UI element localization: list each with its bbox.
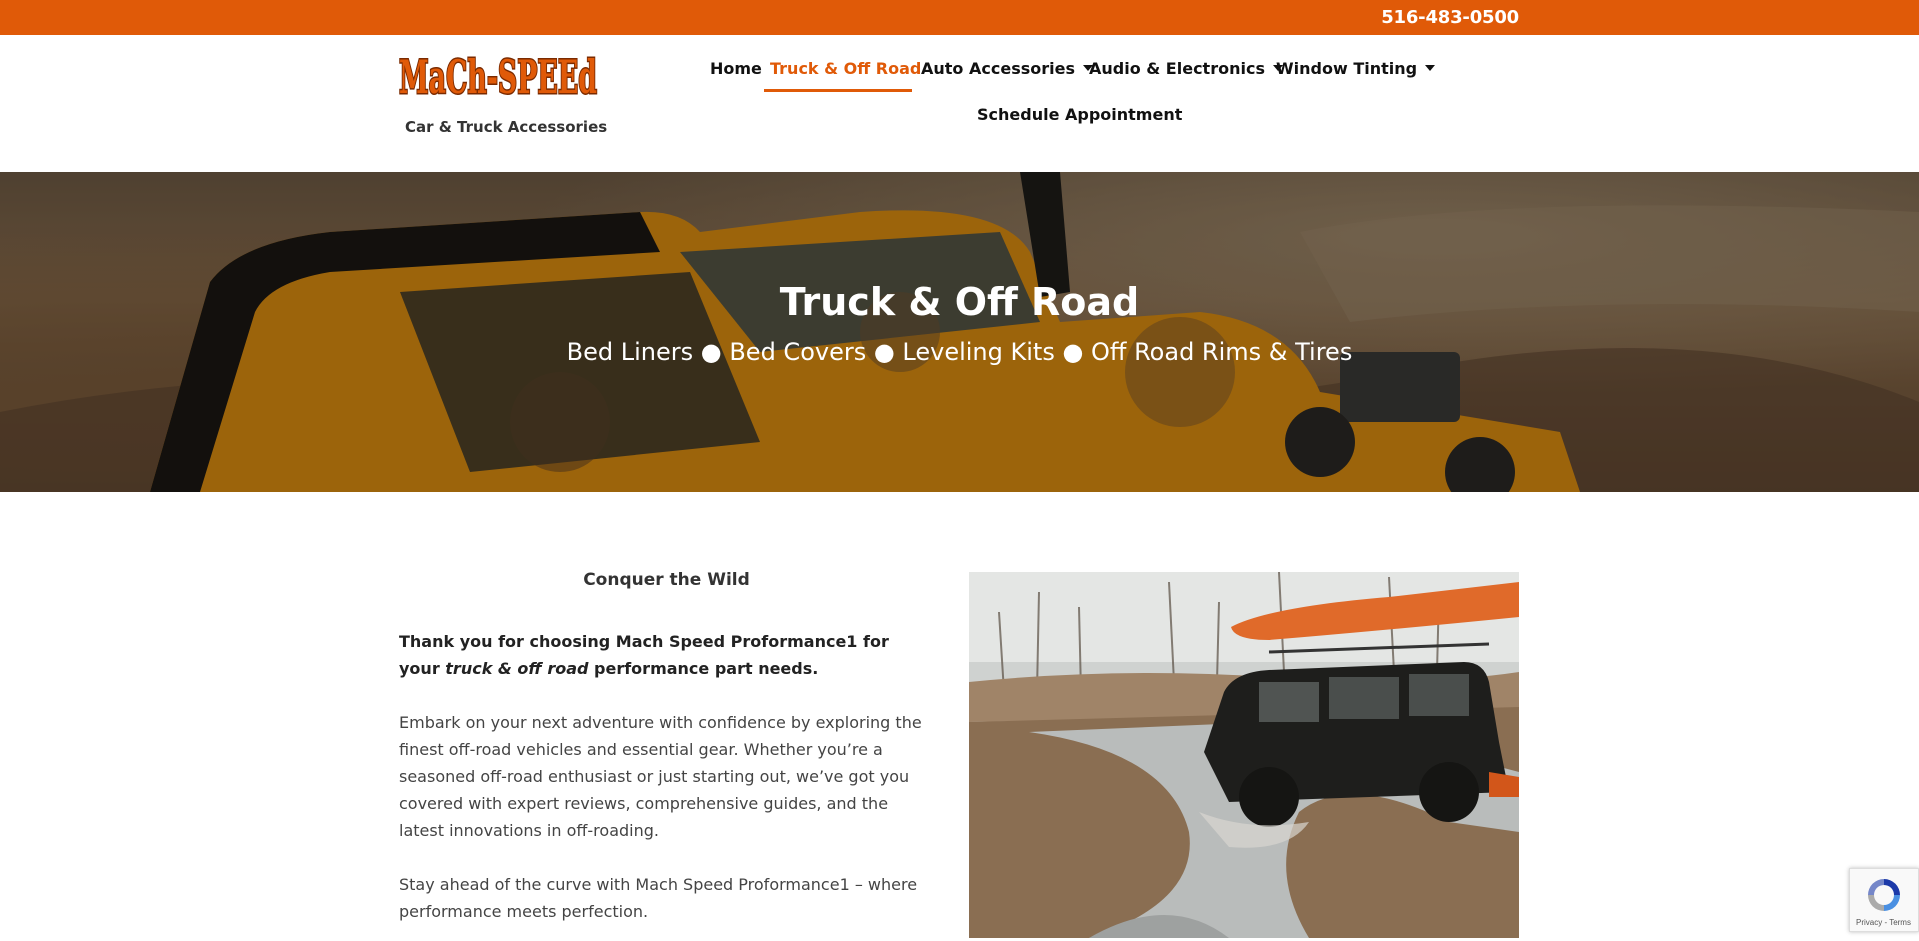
hero-banner: Truck & Off Road Bed Liners ● Bed Covers… bbox=[0, 172, 1919, 492]
recaptcha-icon bbox=[1868, 879, 1900, 911]
hero-subtitle: Bed Liners ● Bed Covers ● Leveling Kits … bbox=[566, 338, 1353, 366]
lead-text-end: performance part needs. bbox=[588, 659, 819, 678]
lead-text-emphasis: truck & off road bbox=[445, 659, 589, 678]
hero-dark-overlay bbox=[0, 172, 1919, 492]
active-nav-underline bbox=[764, 89, 912, 92]
body-paragraph-1: Embark on your next adventure with confi… bbox=[399, 713, 922, 840]
lead-paragraph: Thank you for choosing Mach Speed Profor… bbox=[399, 628, 934, 682]
recaptcha-legal-links[interactable]: Privacy - Terms bbox=[1856, 918, 1911, 927]
hero-title: Truck & Off Road bbox=[779, 280, 1140, 324]
nav-truck-off-road-label: Truck & Off Road bbox=[770, 59, 922, 78]
intro-text-column: Conquer the Wild Thank you for choosing … bbox=[399, 570, 934, 925]
section-title: Conquer the Wild bbox=[583, 570, 750, 590]
nav-window-tinting-label: Window Tinting bbox=[1276, 59, 1418, 78]
offroad-photo bbox=[969, 572, 1519, 938]
offroad-vehicle-photo-illustration bbox=[969, 572, 1519, 938]
top-contact-bar: 516-483-0500 bbox=[0, 0, 1919, 35]
nav-auto-accessories-label: Auto Accessories bbox=[921, 59, 1075, 78]
nav-audio-electronics[interactable]: Audio & Electronics bbox=[1089, 59, 1283, 87]
nav-schedule-appointment-label: Schedule Appointment bbox=[977, 105, 1183, 124]
nav-schedule-appointment[interactable]: Schedule Appointment bbox=[977, 105, 1182, 133]
nav-auto-accessories[interactable]: Auto Accessories bbox=[921, 59, 1093, 87]
nav-truck-off-road[interactable]: Truck & Off Road bbox=[770, 59, 921, 87]
main-navigation: Home Truck & Off Road Auto Accessories A… bbox=[0, 35, 1919, 172]
nav-audio-electronics-label: Audio & Electronics bbox=[1089, 59, 1265, 78]
nav-window-tinting[interactable]: Window Tinting bbox=[1276, 59, 1436, 87]
nav-home-label: Home bbox=[710, 59, 762, 78]
phone-number-link[interactable]: 516-483-0500 bbox=[1381, 7, 1519, 28]
recaptcha-badge[interactable]: Privacy - Terms bbox=[1849, 868, 1919, 932]
chevron-down-icon bbox=[1425, 64, 1436, 71]
body-paragraph-2: Stay ahead of the curve with Mach Speed … bbox=[399, 875, 918, 921]
site-header: MaCh-SPEEd MaCh-SPEEd Car & Truck Access… bbox=[0, 35, 1919, 172]
nav-home[interactable]: Home bbox=[710, 59, 762, 87]
